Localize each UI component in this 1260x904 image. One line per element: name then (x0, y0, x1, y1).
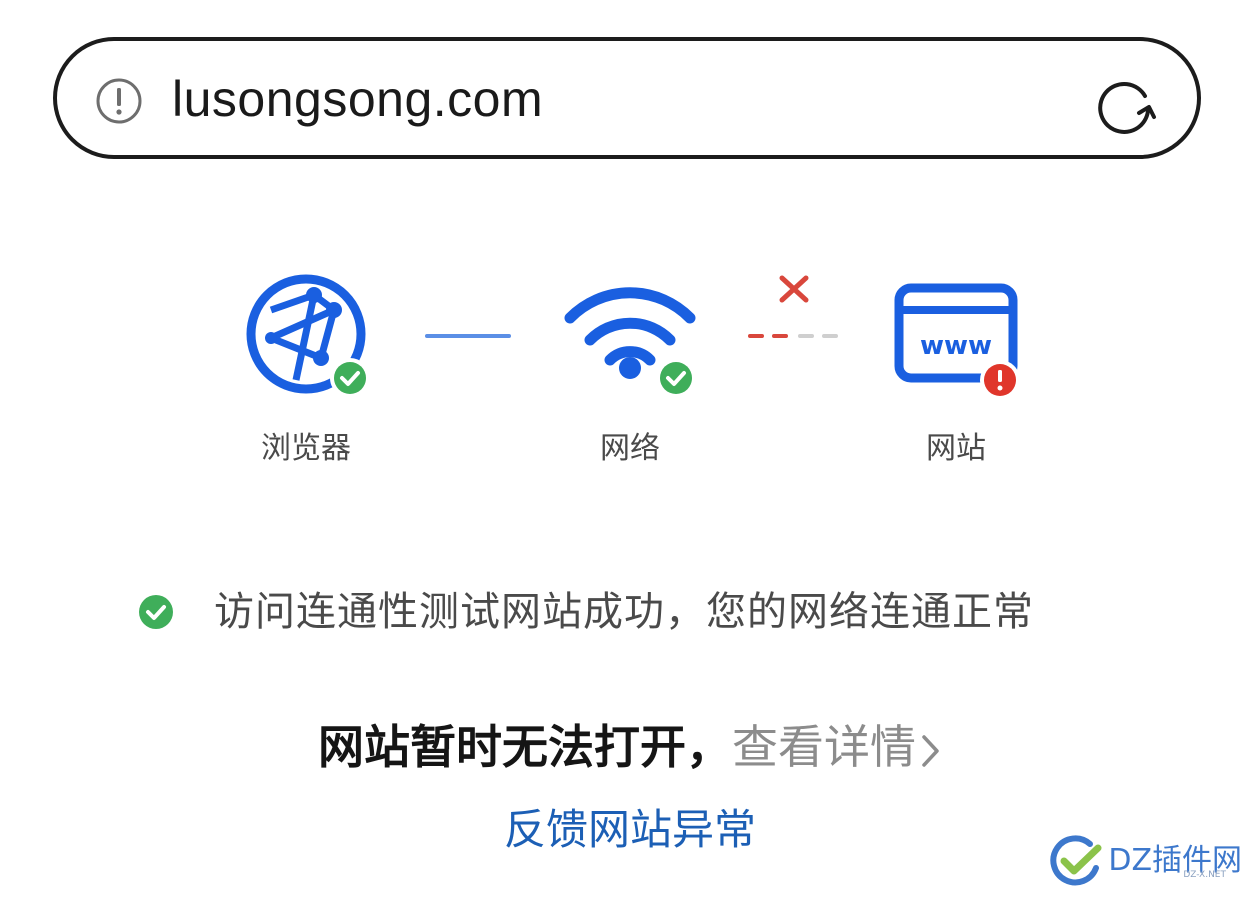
connection-line-ok (425, 334, 511, 338)
check-circle-icon (139, 595, 173, 629)
reload-icon[interactable] (1093, 71, 1159, 137)
headline-text: 网站暂时无法打开， (318, 720, 732, 774)
node-label: 网站 (926, 431, 986, 466)
watermark: DZ插件网 DZ-X.NET (1050, 834, 1242, 888)
diagnostic-website: www 网站 (876, 270, 1036, 466)
status-message: 访问连通性测试网站成功，您的网络连通正常 (214, 589, 1034, 635)
chevron-right-icon[interactable] (918, 731, 942, 771)
svg-text:www: www (920, 331, 992, 361)
node-label: 网络 (600, 431, 660, 466)
cross-icon (779, 275, 809, 303)
globe-network-icon (246, 274, 370, 398)
diagnostic-network: 网络 (550, 270, 710, 466)
www-window-icon: www (894, 283, 1020, 400)
error-headline: 网站暂时无法打开，查看详情 (0, 718, 1260, 776)
check-badge-icon (334, 362, 366, 394)
watermark-subtext: DZ-X.NET (1183, 870, 1226, 880)
check-badge-icon (660, 362, 692, 394)
view-details-link[interactable]: 查看详情 (732, 720, 916, 774)
connectivity-status: 访问连通性测试网站成功，您的网络连通正常 (138, 588, 1034, 636)
url-text[interactable]: lusongsong.com (172, 69, 543, 129)
connection-broken (748, 334, 838, 338)
watermark-logo-icon (1050, 835, 1102, 886)
diagnostic-browser: 浏览器 (226, 270, 386, 466)
address-bar[interactable]: lusongsong.com (53, 37, 1201, 159)
node-label: 浏览器 (261, 431, 351, 466)
exclamation-circle-icon[interactable] (95, 77, 143, 125)
wifi-icon (564, 287, 696, 398)
